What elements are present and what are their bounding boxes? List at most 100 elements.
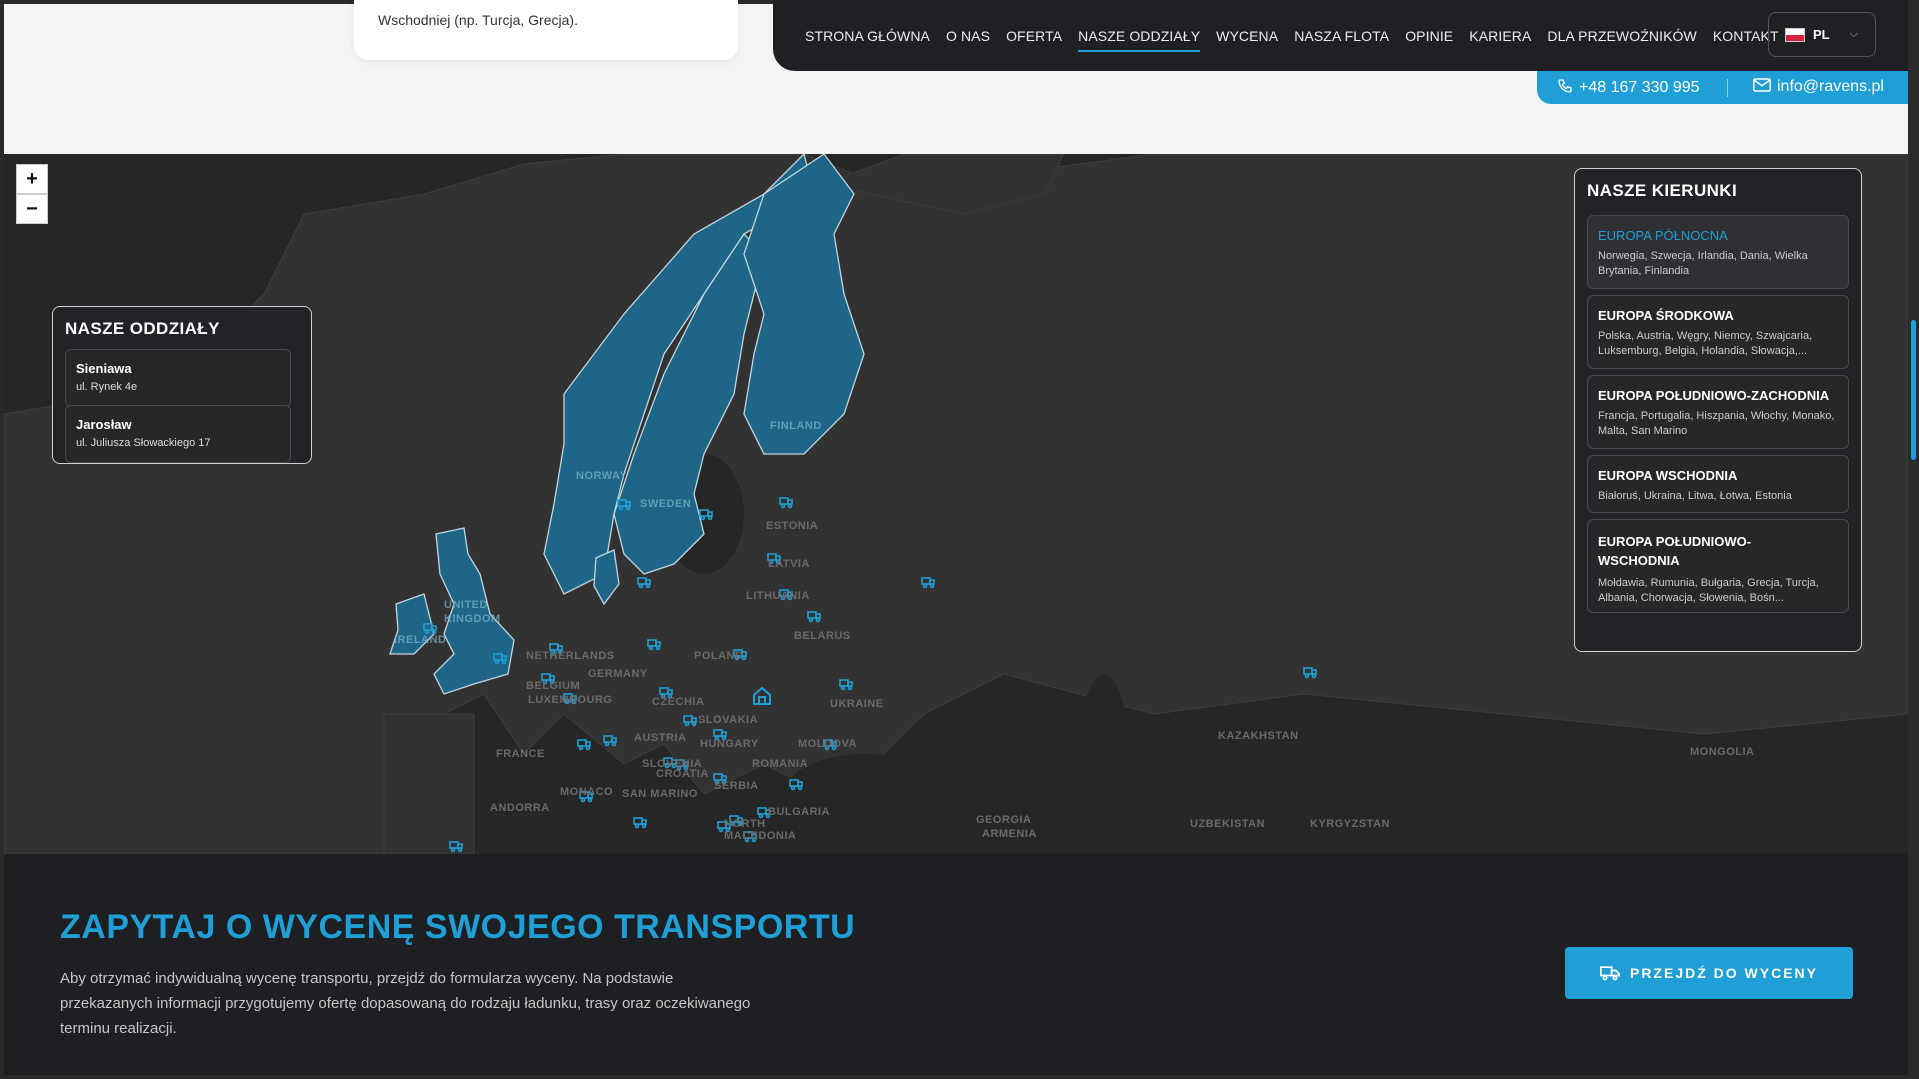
branches-panel: NASZE ODDZIAŁY Sieniawa ul. Rynek 4e Jar… xyxy=(52,306,312,464)
contact-bar: +48 167 330 995 info@ravens.pl xyxy=(1537,71,1908,104)
direction-item-southeast[interactable]: EUROPA POŁUDNIOWO-WSCHODNIA Mołdawia, Ru… xyxy=(1587,519,1849,613)
direction-title: EUROPA ŚRODKOWA xyxy=(1598,308,1734,323)
email-link[interactable]: info@ravens.pl xyxy=(1753,78,1884,96)
nav-reviews[interactable]: OPINIE xyxy=(1405,28,1453,44)
nav-carriers[interactable]: DLA PRZEWOŹNIKÓW xyxy=(1547,28,1696,44)
country-label: POLAND xyxy=(694,650,744,662)
direction-countries: Polska, Austria, Węgry, Niemcy, Szwajcar… xyxy=(1598,330,1813,357)
page: Wschodniej (np. Turcja, Grecja). STRONA … xyxy=(0,0,1919,1079)
country-label: AUSTRIA xyxy=(634,732,687,744)
info-card-text: Wschodniej (np. Turcja, Grecja). xyxy=(378,12,578,28)
phone-number: +48 167 330 995 xyxy=(1579,79,1700,96)
branch-address: ul. Rynek 4e xyxy=(76,381,138,393)
branch-item[interactable]: Jarosław ul. Juliusza Słowackiego 17 xyxy=(65,405,291,463)
phone-link[interactable]: +48 167 330 995 xyxy=(1557,78,1700,97)
poland-flag-icon xyxy=(1785,27,1805,42)
direction-item-north[interactable]: EUROPA PÓŁNOCNA Norwegia, Szwecja, Irlan… xyxy=(1587,215,1849,289)
country-label: LATVIA xyxy=(768,558,810,570)
landmass-iberia xyxy=(383,713,475,854)
nav-fleet[interactable]: NASZA FLOTA xyxy=(1294,28,1389,44)
nav-branches[interactable]: NASZE ODDZIAŁY xyxy=(1078,28,1201,52)
country-label: FRANCE xyxy=(496,748,545,760)
direction-title: EUROPA PÓŁNOCNA xyxy=(1598,228,1728,243)
country-label: BELGIUM xyxy=(526,680,581,692)
nav-home[interactable]: STRONA GŁÓWNA xyxy=(805,28,930,44)
country-label: SLOVAKIA xyxy=(698,714,759,726)
email-address: info@ravens.pl xyxy=(1777,78,1884,95)
country-label: UNITED KINGDOM xyxy=(444,599,501,625)
country-label: MOLDOVA xyxy=(798,738,857,750)
main-navigation: STRONA GŁÓWNA O NAS OFERTA NASZE ODDZIAŁ… xyxy=(773,0,1908,71)
country-label: GEORGIA xyxy=(976,814,1032,826)
country-label: CROATIA xyxy=(656,768,709,780)
country-label: IRELAND xyxy=(394,634,447,646)
country-label: KYRGYZSTAN xyxy=(1310,818,1390,830)
country-label: NORWAY xyxy=(576,470,628,482)
scrollbar-thumb[interactable] xyxy=(1911,320,1916,460)
country-label: ROMANIA xyxy=(752,758,809,770)
cta-text: Aby otrzymać indywidualną wycenę transpo… xyxy=(60,970,751,1037)
country-label: ARMENIA xyxy=(982,828,1037,840)
direction-title: EUROPA POŁUDNIOWO-WSCHODNIA xyxy=(1598,534,1752,568)
language-selector[interactable]: PL ⌵ xyxy=(1768,12,1876,57)
quote-cta-section: ZAPYTAJ O WYCENĘ SWOJEGO TRANSPORTU Aby … xyxy=(4,854,1908,1075)
direction-countries: Francja, Portugalia, Hiszpania, Włochy, … xyxy=(1598,410,1835,437)
go-to-quote-label: PRZEJDŹ DO WYCENY xyxy=(1629,965,1818,981)
directions-title: NASZE KIERUNKI xyxy=(1587,181,1738,200)
direction-item-central[interactable]: EUROPA ŚRODKOWA Polska, Austria, Węgry, … xyxy=(1587,295,1849,369)
direction-item-east[interactable]: EUROPA WSCHODNIA Białoruś, Ukraina, Litw… xyxy=(1587,455,1849,513)
mail-icon xyxy=(1753,78,1771,92)
phone-icon xyxy=(1558,79,1572,93)
zoom-out-button[interactable]: − xyxy=(16,194,48,224)
contact-divider xyxy=(1727,79,1728,97)
direction-countries: Mołdawia, Rumunia, Bułgaria, Grecja, Tur… xyxy=(1598,577,1819,604)
country-label: CZECHIA xyxy=(652,696,705,708)
country-label: NETHERLANDS xyxy=(526,650,615,662)
direction-title: EUROPA POŁUDNIOWO-ZACHODNIA xyxy=(1598,388,1830,403)
country-label: LITHUANIA xyxy=(746,590,810,602)
branch-name: Jarosław xyxy=(76,417,132,432)
scrollbar[interactable] xyxy=(1908,0,1919,1079)
direction-title: EUROPA WSCHODNIA xyxy=(1598,468,1738,483)
direction-countries: Białoruś, Ukraina, Litwa, Łotwa, Estonia xyxy=(1598,490,1792,502)
nav-career[interactable]: KARIERA xyxy=(1469,28,1531,44)
country-label: SERBIA xyxy=(714,780,759,792)
chevron-down-icon: ⌵ xyxy=(1849,28,1858,40)
go-to-quote-button[interactable]: PRZEJDŹ DO WYCENY xyxy=(1565,947,1853,999)
direction-item-southwest[interactable]: EUROPA POŁUDNIOWO-ZACHODNIA Francja, Por… xyxy=(1587,375,1849,449)
country-label: BELARUS xyxy=(794,630,851,642)
country-label: LUXEMBOURG xyxy=(528,694,613,706)
branch-item[interactable]: Sieniawa ul. Rynek 4e xyxy=(65,349,291,407)
nav-quote[interactable]: WYCENA xyxy=(1216,28,1278,44)
country-label: HUNGARY xyxy=(700,738,759,750)
branch-name: Sieniawa xyxy=(76,361,132,376)
country-label: FINLAND xyxy=(770,420,822,432)
country-label: MONGOLIA xyxy=(1690,746,1755,758)
truck-icon xyxy=(1599,966,1620,981)
language-code: PL xyxy=(1813,27,1830,42)
country-label: GERMANY xyxy=(588,668,648,680)
directions-panel: NASZE KIERUNKI EUROPA PÓŁNOCNA Norwegia,… xyxy=(1574,168,1862,652)
zoom-in-button[interactable]: + xyxy=(16,164,48,194)
cta-title: ZAPYTAJ O WYCENĘ SWOJEGO TRANSPORTU xyxy=(60,908,856,946)
country-label: UKRAINE xyxy=(830,698,884,710)
branch-address: ul. Juliusza Słowackiego 17 xyxy=(76,437,211,449)
country-label: UZBEKISTAN xyxy=(1190,818,1266,830)
country-label: SAN MARINO xyxy=(622,788,698,800)
country-label: SWEDEN xyxy=(640,498,692,510)
country-label: ESTONIA xyxy=(766,520,819,532)
info-card: Wschodniej (np. Turcja, Grecja). xyxy=(354,0,738,60)
country-label: BULGARIA xyxy=(768,806,831,818)
direction-countries: Norwegia, Szwecja, Irlandia, Dania, Wiel… xyxy=(1598,250,1808,277)
branches-title: NASZE ODDZIAŁY xyxy=(65,319,220,338)
map-area[interactable]: NORWAY SWEDEN FINLAND ESTONIA LATVIA LIT… xyxy=(4,154,1908,854)
truck-icon xyxy=(577,739,591,751)
country-label: NORTH MACEDONIA xyxy=(724,818,797,842)
nav-menu: STRONA GŁÓWNA O NAS OFERTA NASZE ODDZIAŁ… xyxy=(805,0,1795,71)
country-label: KAZAKHSTAN xyxy=(1218,730,1299,742)
region-finland xyxy=(743,154,865,455)
nav-offer[interactable]: OFERTA xyxy=(1006,28,1062,44)
country-label: ANDORRA xyxy=(490,802,550,814)
country-label: MONACO xyxy=(560,786,614,798)
nav-about[interactable]: O NAS xyxy=(946,28,990,44)
